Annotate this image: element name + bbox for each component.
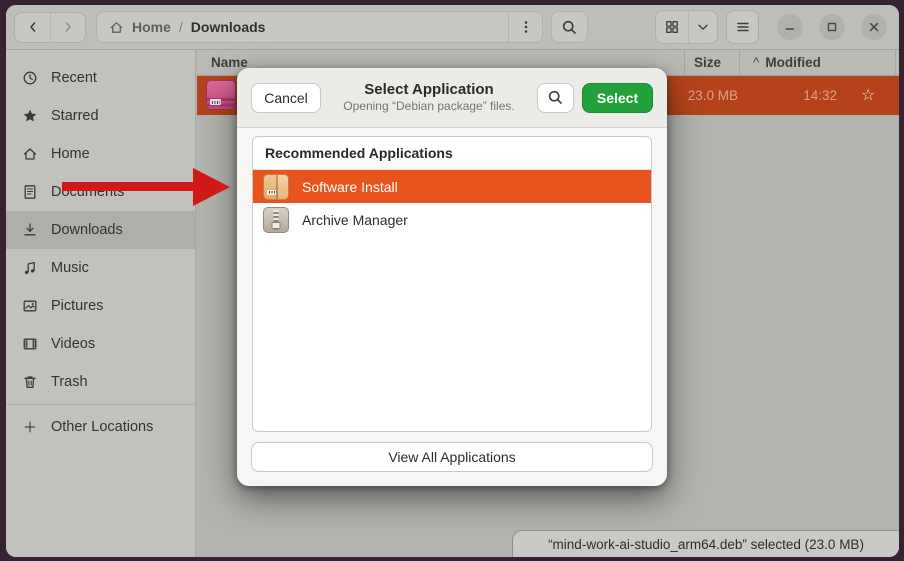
select-button[interactable]: Select [582, 83, 653, 113]
breadcrumb-home[interactable]: Home [132, 19, 171, 35]
breadcrumb[interactable]: Home / Downloads [96, 11, 543, 43]
trash-icon [21, 374, 38, 390]
sidebar-item-label: Trash [51, 374, 88, 390]
sidebar-item-label: Videos [51, 336, 95, 352]
search-button[interactable] [551, 11, 588, 43]
maximize-icon [825, 20, 839, 34]
back-button[interactable] [15, 13, 50, 42]
app-name: Archive Manager [302, 212, 408, 228]
sidebar-item-label: Recent [51, 70, 97, 86]
close-button[interactable] [861, 14, 887, 40]
sidebar-item-label: Pictures [51, 298, 103, 314]
nav-button-group [14, 12, 86, 43]
star-toggle-icon[interactable]: ☆ [861, 85, 875, 105]
sidebar-item-videos[interactable]: Videos [6, 325, 195, 363]
chevron-right-icon [60, 19, 76, 35]
path-menu-button[interactable] [508, 12, 542, 42]
sidebar-item-label: Downloads [51, 222, 123, 238]
sidebar-item-recent[interactable]: Recent [6, 59, 195, 97]
download-icon [21, 222, 38, 238]
sidebar-item-downloads[interactable]: Downloads [6, 211, 195, 249]
titlebar: Home / Downloads [6, 5, 899, 50]
kebab-menu-icon [518, 19, 534, 35]
chevron-left-icon [25, 19, 41, 35]
view-options-button[interactable] [688, 11, 717, 43]
forward-button[interactable] [50, 13, 85, 42]
home-icon [109, 20, 124, 35]
breadcrumb-path: Home / Downloads [97, 19, 508, 35]
home-icon [21, 146, 38, 162]
picture-icon [21, 298, 38, 314]
dialog-title-block: Select Application Opening “Debian packa… [329, 81, 529, 115]
sidebar-item-pictures[interactable]: Pictures [6, 287, 195, 325]
search-icon [547, 89, 564, 106]
sidebar-item-label: Home [51, 146, 90, 162]
sidebar: Recent Starred Home Documents Downloads … [6, 50, 196, 557]
column-header-size[interactable]: Size [694, 55, 721, 70]
sidebar-item-trash[interactable]: Trash [6, 363, 195, 401]
dialog-search-button[interactable] [537, 83, 574, 113]
app-row-software-install[interactable]: Software Install [253, 170, 651, 203]
document-icon [21, 184, 38, 200]
chevron-down-icon [696, 20, 710, 34]
window-controls [777, 14, 887, 40]
annotation-arrow [62, 166, 232, 208]
view-all-applications-button[interactable]: View All Applications [251, 442, 653, 472]
sidebar-item-other-locations[interactable]: Other Locations [6, 408, 195, 446]
status-text: “mind-work-ai-studio_arm64.deb” selected… [548, 537, 864, 552]
dialog-subtitle: Opening “Debian package” files. [329, 99, 529, 114]
grid-view-button[interactable] [656, 11, 688, 43]
sort-ascending-icon: ^ [753, 55, 759, 70]
sidebar-divider [6, 404, 195, 405]
star-icon [21, 108, 38, 124]
minimize-icon [783, 20, 797, 34]
column-divider [895, 50, 896, 75]
breadcrumb-separator: / [179, 19, 183, 35]
section-header: Recommended Applications [253, 137, 651, 170]
column-divider [739, 50, 740, 75]
plus-icon [21, 419, 38, 435]
clock-icon [21, 70, 38, 86]
cancel-button[interactable]: Cancel [251, 83, 321, 113]
dialog-header: Cancel Select Application Opening “Debia… [237, 68, 667, 128]
grid-view-icon [664, 19, 680, 35]
column-divider [684, 50, 685, 75]
main-menu-button[interactable] [726, 10, 759, 44]
dialog-title: Select Application [329, 81, 529, 100]
deb-package-icon [206, 80, 236, 110]
breadcrumb-current[interactable]: Downloads [191, 19, 266, 35]
status-bar: “mind-work-ai-studio_arm64.deb” selected… [512, 530, 899, 557]
software-install-icon [263, 174, 289, 200]
music-note-icon [21, 260, 38, 276]
file-modified-time: 14:32 [757, 88, 837, 103]
maximize-button[interactable] [819, 14, 845, 40]
minimize-button[interactable] [777, 14, 803, 40]
application-list: Recommended Applications Software Instal… [252, 136, 652, 432]
sidebar-item-label: Other Locations [51, 419, 153, 435]
video-icon [21, 336, 38, 352]
column-header-name[interactable]: Name [211, 55, 248, 70]
sidebar-item-label: Starred [51, 108, 99, 124]
select-application-dialog: Cancel Select Application Opening “Debia… [237, 68, 667, 486]
sidebar-item-label: Music [51, 260, 89, 276]
search-icon [561, 19, 578, 36]
view-toggle-group [655, 10, 718, 44]
archive-manager-icon [263, 207, 289, 233]
app-name: Software Install [302, 179, 398, 195]
column-header-modified[interactable]: ^Modified [753, 55, 821, 70]
sidebar-item-music[interactable]: Music [6, 249, 195, 287]
sidebar-item-starred[interactable]: Starred [6, 97, 195, 135]
hamburger-menu-icon [735, 19, 751, 35]
close-icon [867, 20, 881, 34]
app-row-archive-manager[interactable]: Archive Manager [253, 203, 651, 236]
